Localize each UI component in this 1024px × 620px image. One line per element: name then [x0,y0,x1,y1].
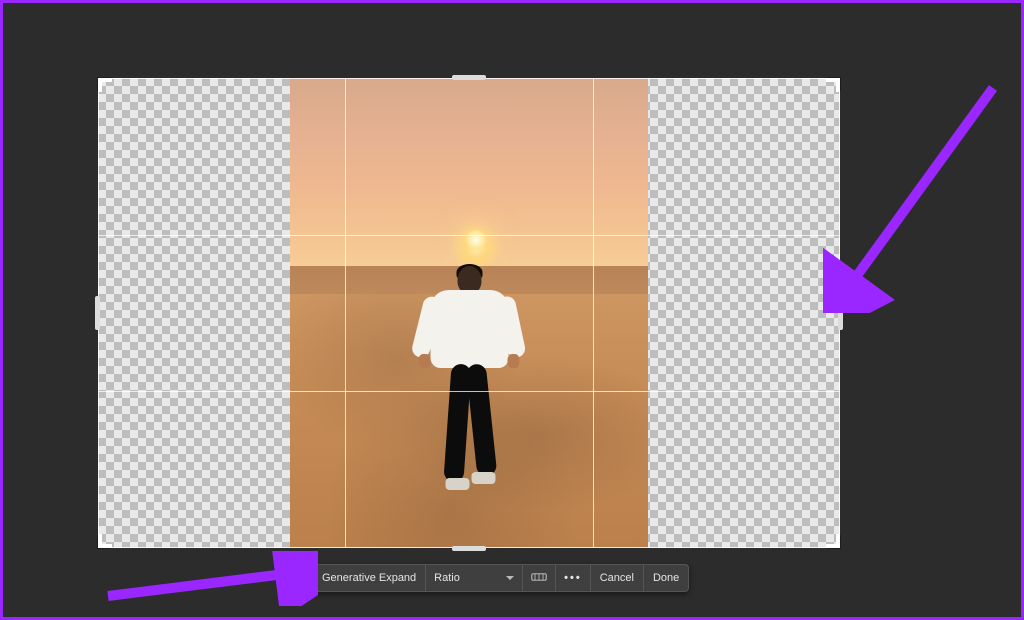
more-options-button[interactable]: ••• [556,565,591,591]
cancel-button-label: Cancel [600,572,634,584]
chevron-down-icon [506,576,514,580]
crop-handle-left[interactable] [95,296,100,330]
ratio-dropdown-label: Ratio [434,572,460,584]
crop-handle-bottom-right[interactable] [827,535,841,549]
straighten-button[interactable] [523,565,556,591]
done-button-label: Done [653,572,679,584]
crop-handle-right[interactable] [838,296,843,330]
crop-handle-top[interactable] [452,75,486,80]
ratio-dropdown[interactable]: Ratio [426,565,523,591]
ellipsis-icon: ••• [564,572,582,584]
generative-expand-icon [303,571,317,585]
cancel-button[interactable]: Cancel [591,565,644,591]
crop-rectangle[interactable] [98,78,840,548]
annotation-arrow-to-right-handle [823,73,1013,313]
document-image [290,78,648,548]
done-button[interactable]: Done [644,565,688,591]
workspace-canvas[interactable]: Generative Expand Ratio ••• Cancel Done [3,3,1021,617]
crop-handle-bottom-left[interactable] [97,535,111,549]
photo-sun [466,230,486,250]
straighten-icon [531,571,547,586]
generative-expand-button[interactable]: Generative Expand [294,565,426,591]
annotation-arrow-to-generative-expand [98,551,318,606]
crop-handle-top-right[interactable] [827,77,841,91]
photo-subject-person [422,266,517,521]
generative-expand-label: Generative Expand [322,572,416,584]
crop-handle-top-left[interactable] [97,77,111,91]
contextual-taskbar: Generative Expand Ratio ••• Cancel Done [293,564,689,592]
photo-sky [290,78,648,275]
app-frame: Generative Expand Ratio ••• Cancel Done [0,0,1024,620]
crop-handle-bottom[interactable] [452,546,486,551]
